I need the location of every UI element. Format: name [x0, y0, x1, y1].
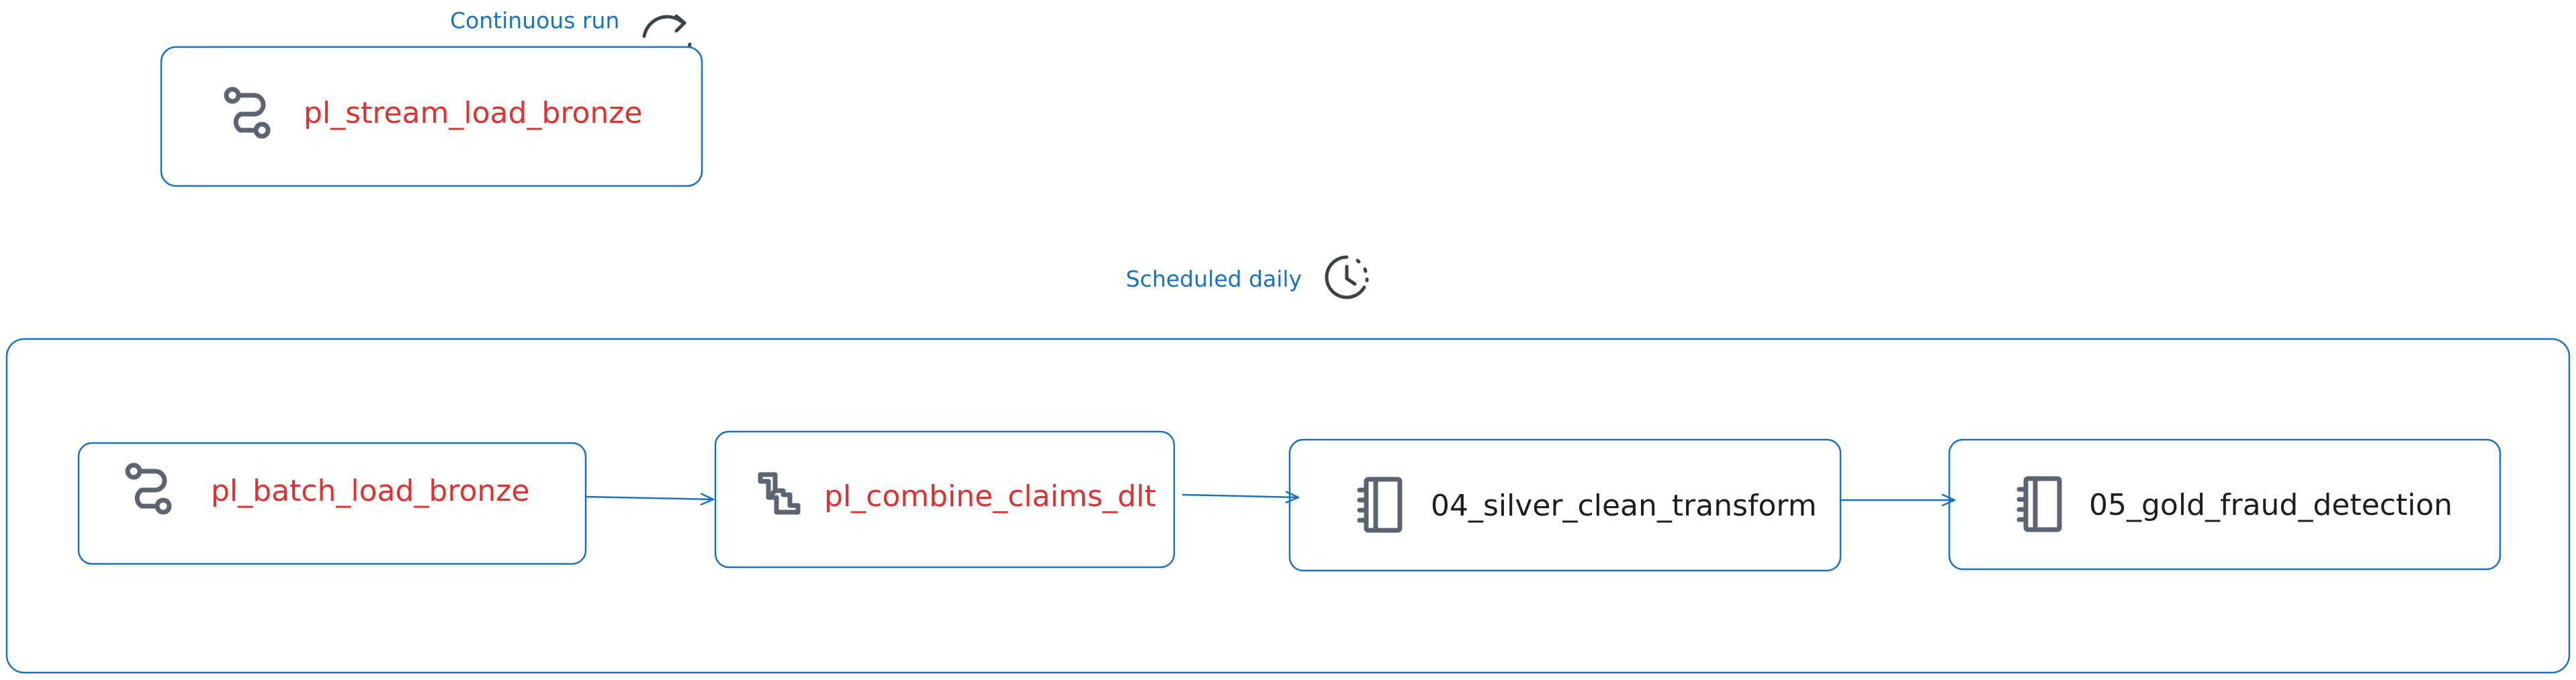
workflow-diagram: Continuous run pl_stream_load_bronze Sch… — [5, 7, 2571, 674]
node-batch-load-bronze[interactable]: pl_batch_load_bronze — [77, 442, 587, 565]
scheduled-daily-caption: Scheduled daily — [1126, 266, 1302, 292]
node-gold-fraud-detection[interactable]: 05_gold_fraud_detection — [1948, 438, 2501, 571]
arrow-batch-to-combine — [585, 493, 715, 505]
node-silver-clean-transform-label: 04_silver_clean_transform — [1431, 489, 1817, 523]
node-gold-fraud-detection-label: 05_gold_fraud_detection — [2089, 488, 2452, 522]
node-combine-claims-dlt-label: pl_combine_claims_dlt — [824, 479, 1156, 514]
node-stream-load-bronze[interactable]: pl_stream_load_bronze — [160, 46, 703, 187]
node-silver-clean-transform[interactable]: 04_silver_clean_transform — [1288, 438, 1842, 572]
node-stream-load-bronze-label: pl_stream_load_bronze — [304, 96, 642, 130]
arrow-combine-to-silver — [1182, 491, 1300, 503]
continuous-run-caption: Continuous run — [450, 7, 619, 34]
clock-schedule-icon — [1325, 255, 1369, 299]
node-combine-claims-dlt[interactable]: pl_combine_claims_dlt — [714, 430, 1175, 569]
diagram-canvas: Continuous run pl_stream_load_bronze Sch… — [0, 0, 2576, 680]
node-batch-load-bronze-label: pl_batch_load_bronze — [211, 474, 529, 508]
